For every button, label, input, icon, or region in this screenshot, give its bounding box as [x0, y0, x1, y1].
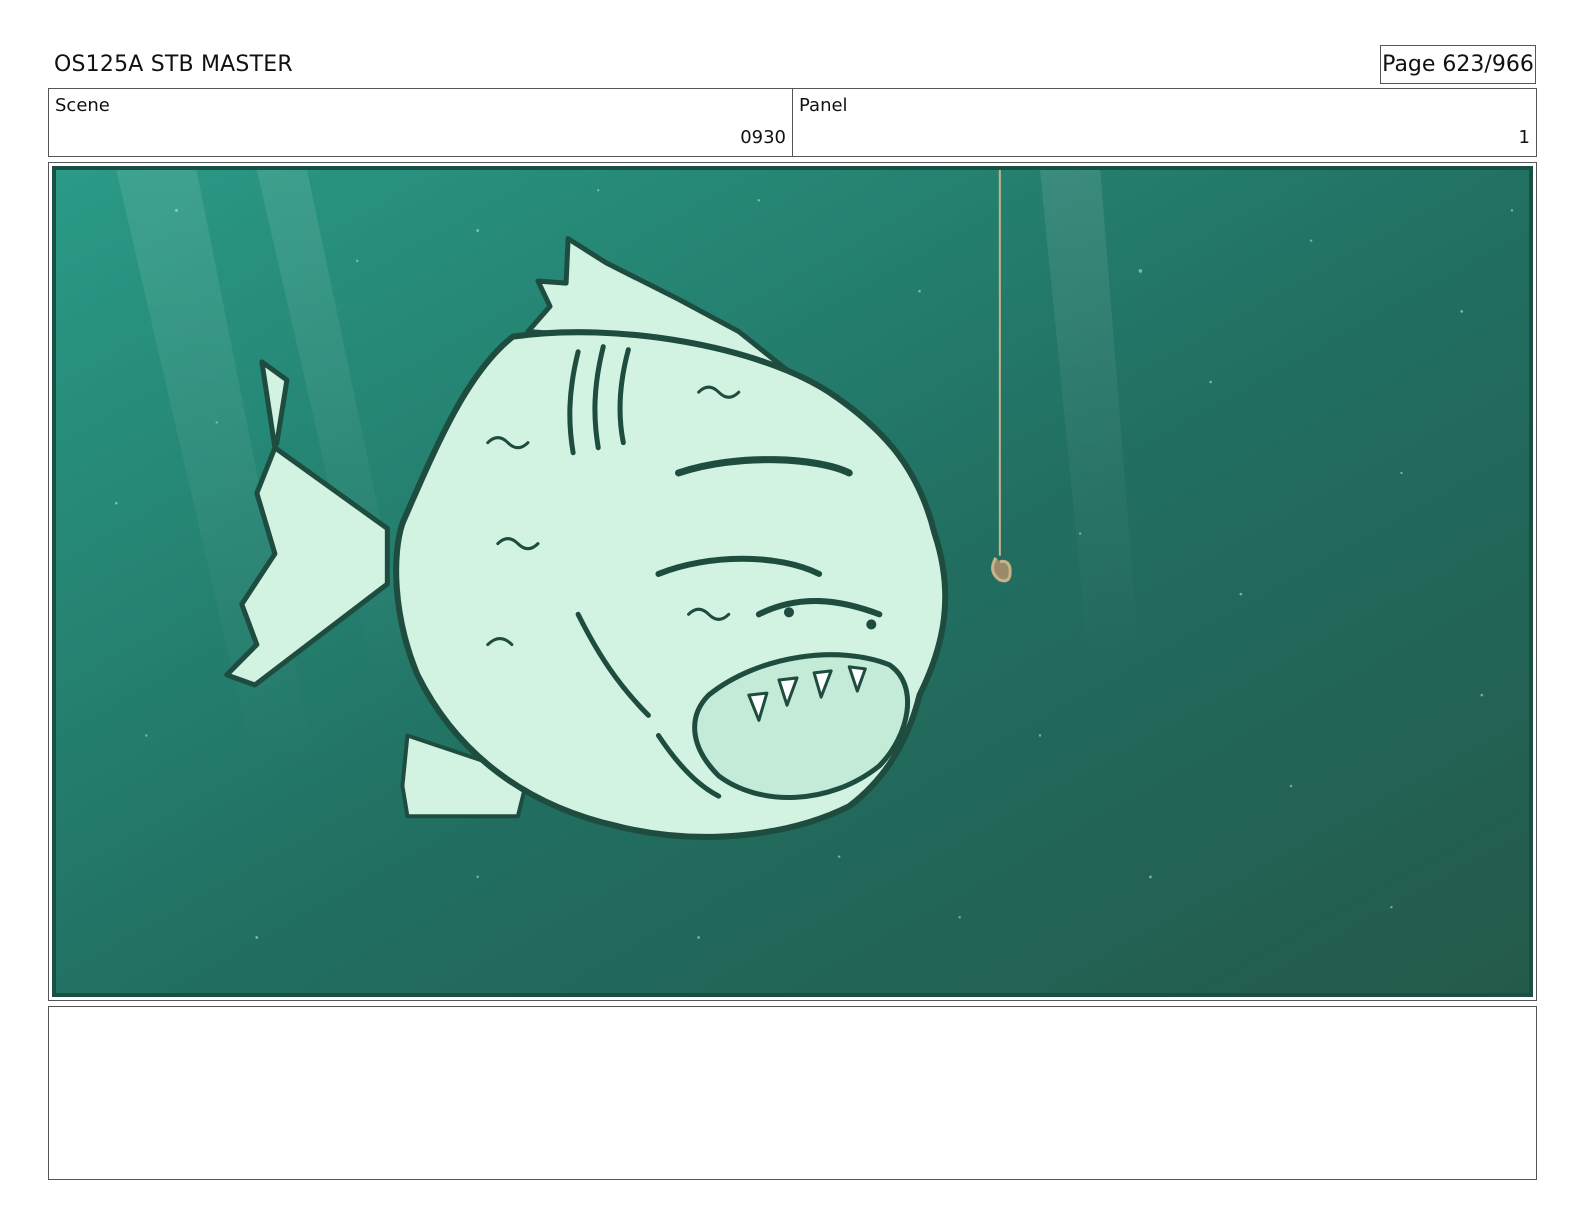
panel-label: Panel	[799, 95, 848, 116]
bait-worm	[991, 557, 1012, 583]
panel-cell: Panel 1	[792, 89, 1536, 156]
scene-value: 0930	[740, 127, 786, 148]
page-number: Page 623/966	[1380, 45, 1536, 84]
fish-eye	[866, 619, 877, 630]
scene-label: Scene	[55, 95, 110, 116]
storyboard-frame	[48, 162, 1537, 1001]
underwater-scene	[56, 170, 1529, 993]
info-row: Scene 0930 Panel 1	[48, 88, 1537, 157]
fish-eye	[783, 607, 795, 618]
scene-cell: Scene 0930	[49, 89, 792, 156]
notes-box	[48, 1006, 1537, 1180]
panel-value: 1	[1518, 127, 1530, 148]
panel-artwork	[52, 166, 1533, 997]
document-title: OS125A STB MASTER	[54, 52, 293, 77]
